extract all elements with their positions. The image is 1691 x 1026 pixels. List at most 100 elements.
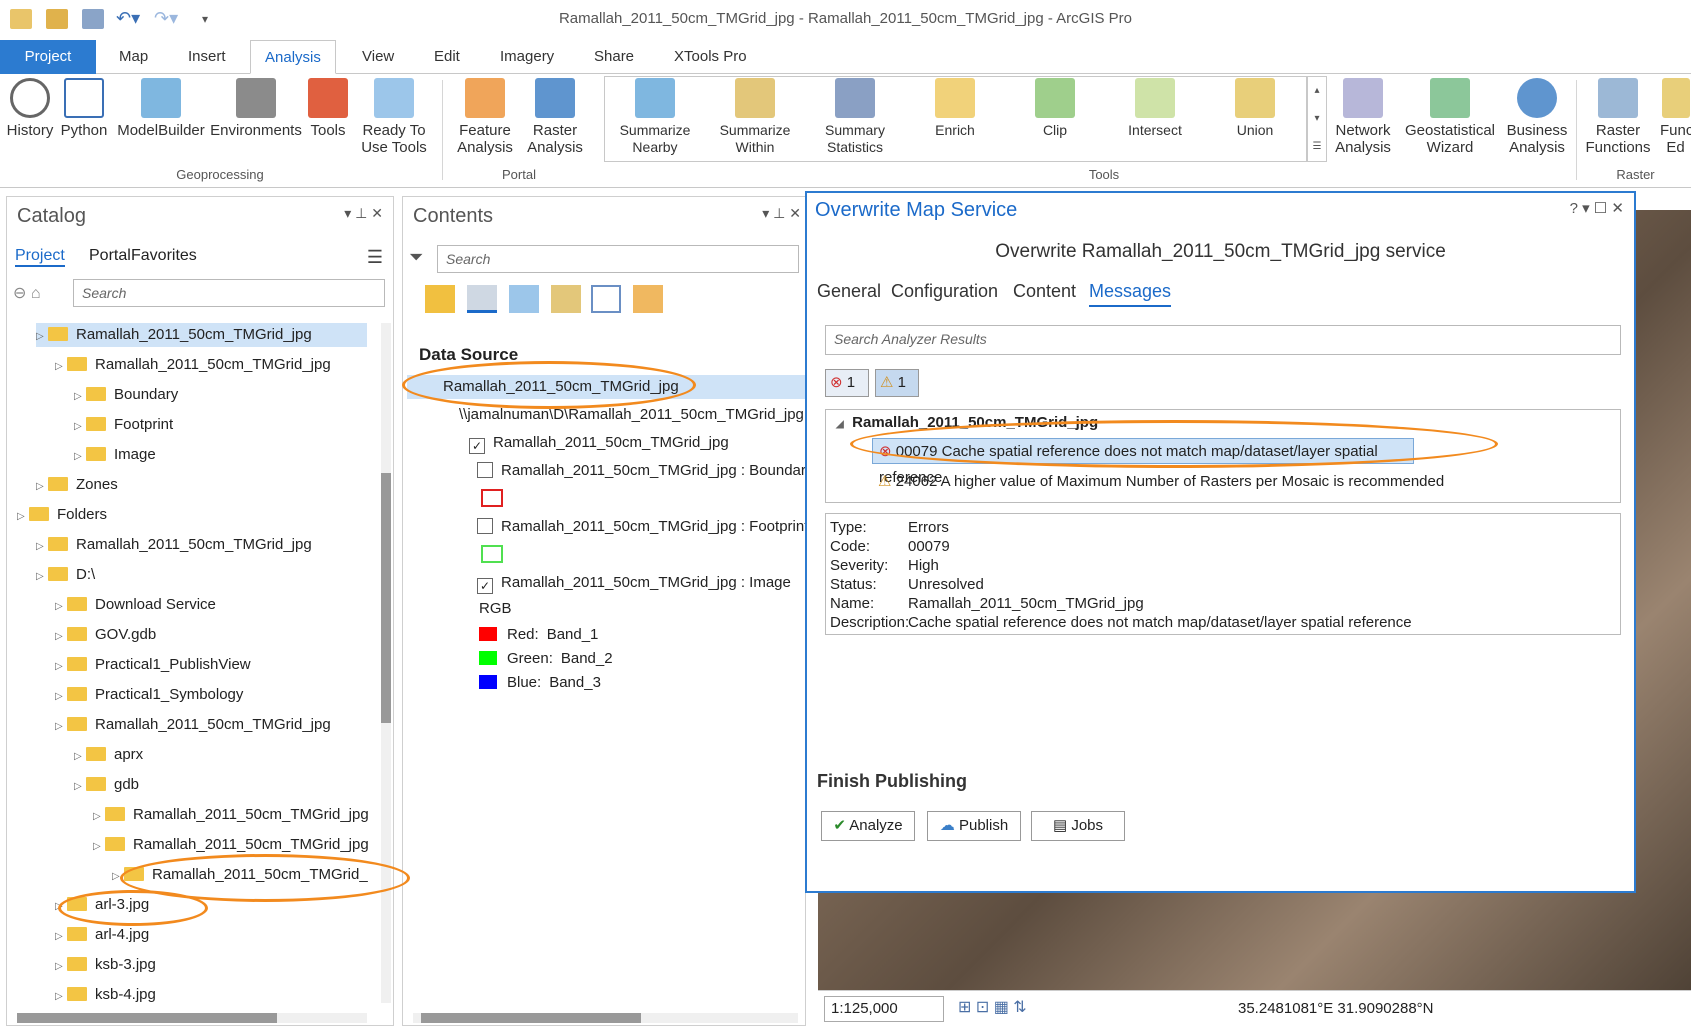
intersect-button[interactable]: Intersect [1112,78,1198,139]
boundary-symbol[interactable] [481,489,503,507]
catalog-search-input[interactable]: Search [73,279,385,307]
editing-icon[interactable] [551,285,581,313]
band-color-swatch[interactable] [479,627,497,641]
jobs-button[interactable]: ▤ Jobs [1031,811,1125,841]
tab-xtools-pro[interactable]: XTools Pro [660,40,761,74]
expand-icon[interactable]: ▷ [55,925,67,949]
clip-button[interactable]: Clip [1012,78,1098,139]
expand-icon[interactable]: ▷ [36,535,48,559]
enrich-button[interactable]: Enrich [912,78,998,139]
footprint-symbol[interactable] [481,545,503,563]
tab-general[interactable]: General [817,281,881,302]
pane-controls[interactable]: ▾ ⊥ ✕ [344,205,383,222]
tab-edit[interactable]: Edit [420,40,474,74]
expand-icon[interactable]: ▷ [74,415,86,439]
catalog-tab-project[interactable]: Project [15,247,65,267]
ready-to-use-tools-button[interactable]: Ready To Use Tools [354,78,434,156]
function-editor-button[interactable]: Func Ed [1660,78,1691,156]
catalog-tree-item[interactable]: ▷ aprx [74,743,143,767]
environments-button[interactable]: Environments [210,78,302,139]
snapping-icon[interactable] [591,285,621,313]
catalog-hscrollbar[interactable] [17,1013,367,1023]
menu-icon[interactable]: ☰ [367,247,383,268]
analyze-button[interactable]: ✔ Analyze [821,811,915,841]
tab-insert[interactable]: Insert [174,40,240,74]
data-source-icon[interactable] [467,285,497,313]
publish-button[interactable]: ☁ Publish [927,811,1021,841]
catalog-tree-item[interactable]: ▷ Practical1_PublishView [55,653,251,677]
checkbox[interactable] [477,518,493,534]
catalog-tree-item[interactable]: ▷ Ramallah_2011_50cm_TMGrid_jpg [36,533,312,557]
contents-search-input[interactable]: Search [437,245,799,273]
catalog-tree-item[interactable]: ▷ GOV.gdb [55,623,156,647]
tree-item-mosaic[interactable]: ✓ Ramallah_2011_50cm_TMGrid_jpg [433,431,729,455]
checkbox[interactable]: ✓ [477,578,493,594]
tab-analysis[interactable]: Analysis [250,40,336,74]
error-filter-button[interactable]: ⊗ 1 [825,369,869,397]
summarize-within-button[interactable]: Summarize Within [712,78,798,156]
expand-icon[interactable]: ▷ [36,325,48,349]
catalog-tree-item[interactable]: ▷ Ramallah_2011_50cm_TMGrid_jpg [93,803,369,827]
map-tools-icons[interactable]: ⊞ ⊡ ▦ ⇅ [958,997,1027,1017]
tab-imagery[interactable]: Imagery [486,40,568,74]
geostatistical-wizard-button[interactable]: Geostatistical Wizard [1400,78,1500,156]
expand-icon[interactable]: ▷ [36,475,48,499]
drawing-order-icon[interactable] [425,285,455,313]
summary-statistics-button[interactable]: Summary Statistics [812,78,898,156]
warning-filter-button[interactable]: ⚠ 1 [875,369,919,397]
catalog-tree-item[interactable]: ▷ Boundary [74,383,178,407]
expand-icon[interactable]: ▷ [74,775,86,799]
expand-icon[interactable]: ▷ [55,355,67,379]
catalog-tree-item[interactable]: ▷ Ramallah_2011_50cm_TMGrid_jpg [36,323,367,347]
summarize-nearby-button[interactable]: Summarize Nearby [612,78,698,156]
back-icon[interactable]: ⊖ ⌂ [13,283,41,303]
catalog-tree-item[interactable]: ▷ Ramallah_2011_50cm_TMGrid_jpg [55,353,331,377]
catalog-tree-item[interactable]: ▷ D:\ [36,563,95,587]
feature-analysis-button[interactable]: Feature Analysis [450,78,520,156]
catalog-tree-item[interactable]: ▷ gdb [74,773,139,797]
catalog-tab-favorites[interactable]: Favorites [131,247,197,265]
tree-item-boundary[interactable]: Ramallah_2011_50cm_TMGrid_jpg : Boundary [463,459,813,483]
catalog-tree-item[interactable]: ▷ arl-4.jpg [55,923,149,947]
expand-icon[interactable]: ▷ [55,955,67,979]
expand-icon[interactable]: ▷ [93,805,105,829]
pane-controls[interactable]: ▾ ⊥ ✕ [762,205,801,222]
union-button[interactable]: Union [1212,78,1298,139]
dialog-controls[interactable]: ? ▾ ☐ ✕ [1570,199,1624,217]
expand-icon[interactable]: ▷ [55,595,67,619]
catalog-scrollbar[interactable] [381,323,391,1003]
expand-icon[interactable]: ▷ [74,445,86,469]
catalog-tree-item[interactable]: ▷ Ramallah_2011_50cm_TMGrid_jpg [55,713,331,737]
labeling-icon[interactable] [633,285,663,313]
contents-hscrollbar[interactable] [413,1013,798,1023]
expand-icon[interactable]: ▷ [17,505,29,529]
checkbox[interactable]: ✓ [469,438,485,454]
catalog-tree-item[interactable]: ▷ Ramallah_2011_50cm_TMGrid_jpg [93,833,369,857]
catalog-tree-item[interactable]: ▷ ksb-3.jpg [55,953,156,977]
network-analysis-button[interactable]: Network Analysis [1330,78,1396,156]
catalog-tree-item[interactable]: ▷ Folders [17,503,107,527]
tab-messages[interactable]: Messages [1089,281,1172,307]
expand-icon[interactable]: ▷ [55,655,67,679]
tab-view[interactable]: View [348,40,408,74]
selection-icon[interactable] [509,285,539,313]
message-warning-row[interactable]: ⚠ 24062 A higher value of Maximum Number… [878,472,1444,490]
tree-item-footprint[interactable]: Ramallah_2011_50cm_TMGrid_jpg : Footprin… [463,515,808,539]
business-analysis-button[interactable]: Business Analysis [1502,78,1572,156]
catalog-tree-item[interactable]: ▷ Image [74,443,156,467]
catalog-tree-item[interactable]: ▷ ksb-4.jpg [55,983,156,1007]
catalog-tab-portal[interactable]: Portal [89,247,131,265]
tab-project[interactable]: Project [0,40,96,74]
expand-icon[interactable]: ▷ [36,565,48,589]
tab-content[interactable]: Content [1013,281,1076,302]
checkbox[interactable] [477,462,493,478]
history-button[interactable]: History [4,78,56,139]
analyzer-search-input[interactable]: Search Analyzer Results [825,325,1621,355]
python-button[interactable]: Python [58,78,110,139]
tools-button[interactable]: Tools [302,78,354,139]
tree-item-image[interactable]: ✓ Ramallah_2011_50cm_TMGrid_jpg : Image [463,571,791,595]
raster-analysis-button[interactable]: Raster Analysis [522,78,588,156]
expand-icon[interactable]: ▷ [55,985,67,1009]
expand-icon[interactable]: ▷ [55,685,67,709]
expand-icon[interactable]: ▷ [55,715,67,739]
